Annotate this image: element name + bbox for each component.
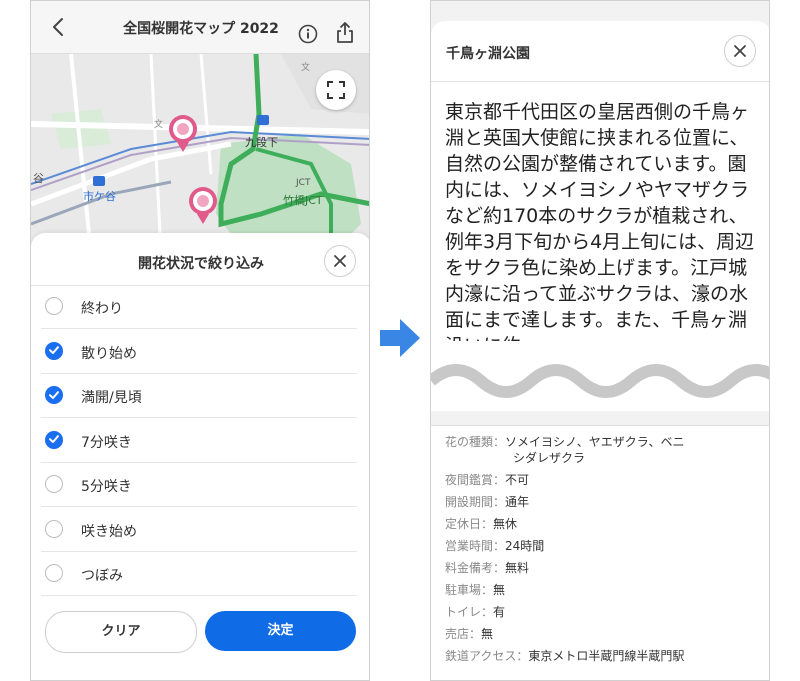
park-title: 千鳥ヶ淵公園	[446, 46, 530, 62]
map-label: 文	[301, 63, 311, 73]
share-icon[interactable]	[333, 21, 357, 45]
detail-value: ソメイヨシノ、ヤエザクラ、ベニ	[505, 435, 685, 449]
fullscreen-button[interactable]	[316, 70, 356, 110]
detail-row: 駐車場：無	[445, 582, 505, 598]
detail-key: 売店	[445, 627, 470, 641]
detail-key: 鉄道アクセス	[445, 649, 517, 663]
detail-key: 営業時間	[445, 539, 494, 553]
arrow-right-icon	[380, 319, 420, 357]
detail-separator: ：	[493, 495, 506, 509]
detail-key: 夜間鑑賞	[445, 473, 494, 487]
checkbox-unchecked[interactable]	[45, 519, 63, 538]
detail-value: 24時間	[505, 539, 545, 553]
detail-row: 夜間鑑賞：不可	[445, 472, 529, 488]
map-label: 九段下	[245, 136, 278, 149]
filter-option[interactable]: 咲き始め	[31, 508, 369, 552]
checkbox-checked[interactable]	[45, 341, 63, 360]
sakura-map[interactable]: 九段下 市ケ谷 竹橋JCT JCT 文 文 谷	[31, 54, 369, 254]
filter-screen: 全国桜開花マップ 2022 九段下 市ケ谷 竹橋JCT JCT 文 文 谷 開花…	[30, 0, 370, 681]
detail-row: トイレ：有	[445, 604, 505, 620]
fullscreen-icon	[327, 81, 345, 99]
detail-key: 花の種類	[445, 435, 494, 449]
map-label: 竹橋JCT	[283, 194, 323, 207]
detail-key: 開設期間	[445, 495, 494, 509]
detail-row: 花の種類：ソメイヨシノ、ヤエザクラ、ベニ	[445, 434, 685, 450]
detail-separator: ：	[493, 561, 506, 575]
filter-option[interactable]: 散り始め	[31, 330, 369, 374]
detail-value: 無	[493, 583, 506, 597]
detail-row: 営業時間：24時間	[445, 538, 544, 554]
park-description: 東京都千代田区の皇居西側の千鳥ヶ淵と英国大使館に挟まれる位置に、自然の公園が整備…	[445, 101, 755, 357]
clear-button[interactable]: クリア	[45, 611, 197, 653]
divider	[431, 81, 769, 82]
detail-value: 無料	[505, 561, 530, 575]
app-header: 全国桜開花マップ 2022	[31, 1, 369, 54]
detail-key: トイレ	[445, 605, 482, 619]
map-label: 谷	[33, 172, 44, 185]
apply-button[interactable]: 決定	[205, 611, 356, 651]
info-icon[interactable]	[297, 23, 319, 45]
filter-option-label: 満開/見頃	[81, 390, 142, 406]
detail-separator: ：	[493, 435, 506, 449]
detail-value-continued: シダレザクラ	[513, 451, 586, 465]
detail-separator: ：	[481, 605, 494, 619]
detail-value: 通年	[505, 495, 530, 509]
close-icon	[334, 255, 346, 267]
filter-option-label: 7分咲き	[81, 434, 132, 451]
checkbox-unchecked[interactable]	[45, 475, 63, 493]
detail-separator: ：	[493, 539, 506, 553]
detail-value: 無	[481, 627, 494, 641]
check-icon	[48, 435, 59, 443]
filter-option-label: 終わり	[81, 301, 123, 317]
detail-separator: ：	[493, 473, 506, 487]
detail-key: 定休日	[445, 517, 482, 531]
detail-separator: ：	[481, 583, 494, 597]
divider	[41, 595, 357, 596]
detail-separator: ：	[516, 649, 529, 663]
detail-info: 花の種類：ソメイヨシノ、ヤエザクラ、ベニ シダレザクラ 夜間鑑賞：不可 開設期間：通年…	[431, 425, 769, 680]
detail-row: 売店：無	[445, 626, 493, 642]
filter-option[interactable]: 5分咲き	[31, 463, 369, 507]
detail-value: 無休	[493, 517, 518, 531]
detail-value: 有	[493, 605, 506, 619]
detail-row: 料金備考：無料	[445, 560, 529, 576]
detail-key: 料金備考	[445, 561, 494, 575]
detail-row: 鉄道アクセス：東京メトロ半蔵門線半蔵門駅	[445, 648, 684, 664]
checkbox-checked[interactable]	[45, 430, 63, 449]
map-label: 文	[154, 120, 164, 130]
filter-option-label: 咲き始め	[81, 523, 137, 540]
filter-option-label: 5分咲き	[81, 479, 132, 495]
check-icon	[48, 346, 59, 354]
checkbox-unchecked[interactable]	[45, 564, 63, 582]
close-button[interactable]	[724, 35, 756, 67]
map-label: JCT	[296, 178, 311, 188]
filter-option-label: つぼみ	[81, 568, 123, 584]
filter-option[interactable]: 満開/見頃	[31, 374, 369, 418]
filter-option-label: 散り始め	[81, 345, 137, 362]
detail-row: 開設期間：通年	[445, 494, 529, 510]
detail-row: 定休日：無休	[445, 516, 517, 532]
checkbox-checked[interactable]	[45, 386, 63, 404]
check-icon	[48, 390, 59, 399]
detail-value: 東京メトロ半蔵門線半蔵門駅	[528, 649, 685, 663]
detail-screen: 千鳥ヶ淵公園 東京都千代田区の皇居西側の千鳥ヶ淵と英国大使館に挟まれる位置に、自…	[430, 0, 770, 681]
filter-option[interactable]: 7分咲き	[31, 419, 369, 463]
checkbox-unchecked[interactable]	[45, 297, 63, 315]
detail-key: 駐車場	[445, 583, 482, 597]
close-button[interactable]	[324, 245, 356, 277]
wave-divider	[431, 341, 769, 398]
filter-title: 開花状況で絞り込み	[138, 256, 264, 272]
app-title: 全国桜開花マップ 2022	[123, 21, 279, 37]
detail-value: 不可	[505, 473, 530, 487]
filter-option[interactable]: つぼみ	[31, 552, 369, 596]
map-label: 市ケ谷	[83, 190, 116, 203]
detail-separator: ：	[469, 627, 482, 641]
filter-sheet: 開花状況で絞り込み 終わり散り始め満開/見頃 7分咲き 5分咲き咲き始めつぼみ クリ…	[31, 233, 369, 680]
close-icon	[734, 45, 746, 57]
filter-option[interactable]: 終わり	[31, 285, 369, 329]
detail-separator: ：	[481, 517, 494, 531]
